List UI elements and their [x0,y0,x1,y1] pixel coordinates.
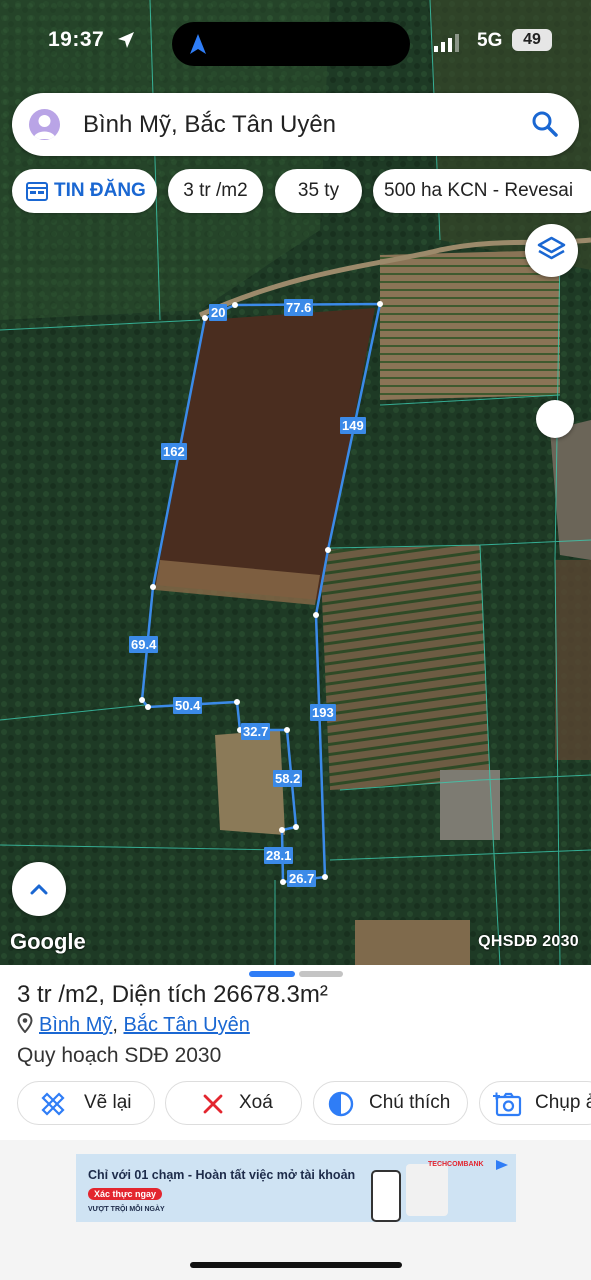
legend-button[interactable]: Chú thích [313,1081,468,1125]
avatar[interactable] [29,109,60,140]
segment-label: 58.2 [273,770,303,787]
status-bar: 19:37 5G 49 [0,22,591,66]
ad-tagline: VƯỢT TRỘI MỖI NGÀY [88,1206,165,1213]
button-label: Xoá [239,1092,273,1113]
ad-choices-icon[interactable] [492,1158,512,1172]
segment-label: 69.4 [129,636,159,653]
chip-label: 3 tr /m2 [183,180,248,201]
location-pin-icon [17,1012,33,1034]
area-value: 26678.3m² [213,981,328,1008]
segment-label: 162 [161,443,187,460]
ad-headline: Chỉ với 01 chạm - Hoàn tất việc mở tài k… [88,1168,356,1182]
status-time: 19:37 [48,28,105,51]
search-input[interactable]: Bình Mỹ, Bắc Tân Uyên [83,111,336,139]
calendar-icon [26,182,48,201]
chip-industrial-zone[interactable]: 500 ha KCN - Revesai [373,169,591,213]
address-link-commune[interactable]: Bình Mỹ [39,1014,112,1036]
signal-bars-icon [434,34,459,52]
ad-brand: TECHCOMBANK [428,1161,484,1168]
location-arrow-icon [118,32,134,48]
capture-button[interactable]: Chụp ả [479,1081,591,1125]
ad-cta[interactable]: Xác thực ngay [88,1188,163,1200]
user-avatar-icon [33,115,56,139]
segment-label: 26.7 [287,870,317,887]
planning-layer-label: QHSDĐ 2030 [478,933,579,950]
segment-label: 193 [310,704,336,721]
page-indicator[interactable] [299,971,343,977]
segment-label: 20 [209,304,228,321]
segment-label: 28.1 [264,847,294,864]
page-indicator-active[interactable] [249,971,295,977]
chip-label: 35 ty [297,180,340,201]
search-bar[interactable]: Bình Mỹ, Bắc Tân Uyên [12,93,579,156]
price-text: 3 tr /m2, Diện tích [17,981,214,1008]
layers-icon [537,236,566,260]
network-type: 5G [477,30,503,51]
ruler-pencil-icon [41,1092,65,1116]
segment-label: 32.7 [241,723,271,740]
phone-illustration [371,1170,401,1222]
battery-indicator: 49 [512,29,552,51]
camera-plus-icon [493,1092,522,1117]
navigation-arrow-icon [190,34,206,54]
planning-text: Quy hoạch SDĐ 2030 [17,1044,222,1067]
button-label: Chú thích [369,1092,451,1113]
button-label: Chụp ả [535,1092,591,1113]
home-indicator[interactable] [190,1262,402,1268]
map-handle-button[interactable] [536,400,574,438]
ad-banner-area: Chỉ với 01 chạm - Hoàn tất việc mở tài k… [0,1140,591,1280]
chip-label: TIN ĐĂNG [54,180,146,201]
button-label: Vẽ lại [84,1092,132,1113]
address: Bình Mỹ, Bắc Tân Uyên [17,1012,250,1037]
layers-button[interactable] [525,224,578,277]
segment-label: 77.6 [284,299,314,316]
address-separator: , [112,1014,124,1036]
app-screen: 20 77.6 149 162 69.4 50.4 32.7 193 58.2 … [0,0,591,1280]
filter-chips: TIN ĐĂNG 3 tr /m2 35 ty 500 ha KCN - Rev… [0,169,591,213]
map-view[interactable]: 20 77.6 149 162 69.4 50.4 32.7 193 58.2 … [0,0,591,965]
segment-label: 149 [340,417,366,434]
close-icon [203,1094,223,1114]
delete-button[interactable]: Xoá [165,1081,302,1125]
segment-label: 50.4 [173,697,203,714]
address-link-district[interactable]: Bắc Tân Uyên [123,1014,249,1036]
google-attribution: Google [10,929,86,954]
redraw-button[interactable]: Vẽ lại [17,1081,155,1125]
search-icon[interactable] [531,110,559,138]
expand-up-button[interactable] [12,862,66,916]
contrast-icon [328,1091,354,1117]
chevron-up-icon [30,884,48,895]
ad-banner[interactable]: Chỉ với 01 chạm - Hoàn tất việc mở tài k… [76,1154,516,1222]
chip-tin-dang[interactable]: TIN ĐĂNG [12,169,157,213]
chip-price[interactable]: 3 tr /m2 [168,169,263,213]
info-sheet: 3 tr /m2, Diện tích 26678.3m² Bình Mỹ, B… [0,965,591,1140]
chip-label: 500 ha KCN - Revesai [384,180,574,201]
dynamic-island [172,22,410,66]
price-area-title: 3 tr /m2, Diện tích 26678.3m² [17,981,328,1009]
chip-total[interactable]: 35 ty [275,169,362,213]
card-illustration [406,1164,448,1216]
